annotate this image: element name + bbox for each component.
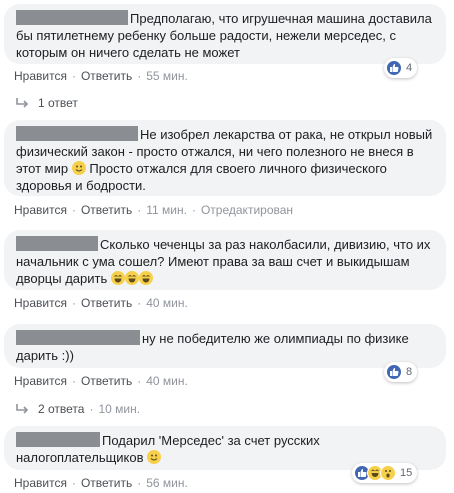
reply-button[interactable]: Ответить: [81, 296, 132, 310]
separator-dot: ·: [71, 476, 76, 490]
comment-actions: Нравится · Ответить · 11 мин. · Отредактирован: [14, 203, 293, 217]
edited-label[interactable]: Отредактирован: [201, 203, 293, 217]
redacted-author-name: [16, 432, 100, 447]
reply-button[interactable]: Ответить: [81, 374, 132, 388]
reply-arrow-icon: [16, 404, 29, 414]
like-icon: [386, 60, 402, 76]
replies-count-label: 2 ответа: [38, 402, 85, 416]
comment-actions: Нравится · Ответить · 55 мин.: [14, 69, 188, 83]
redacted-author-name: [16, 126, 138, 141]
reply-button[interactable]: Ответить: [81, 476, 132, 490]
like-icon: [386, 364, 402, 380]
view-replies-link[interactable]: 2 ответа · 10 мин.: [14, 402, 140, 416]
reply-button[interactable]: Ответить: [81, 69, 132, 83]
comment-bubble: Не изобрел лекарства от рака, не открыл …: [4, 120, 446, 196]
separator-dot: ·: [71, 203, 76, 217]
comment-bubble: Сколько чеченцы за раз наколбасили, диви…: [4, 230, 446, 290]
replies-count-label: 1 ответ: [38, 96, 78, 110]
separator-dot: ·: [71, 69, 76, 83]
comment-actions: Нравится · Ответить · 56 мин.: [14, 476, 188, 490]
like-button[interactable]: Нравится: [14, 476, 67, 490]
separator-dot: ·: [137, 476, 142, 490]
redacted-author-name: [16, 10, 128, 25]
comment-bubble: ну не победителю же олимпиады по физике …: [4, 324, 446, 368]
reactions-summary[interactable]: 4: [384, 58, 418, 78]
separator-dot: ·: [71, 374, 76, 388]
reply-arrow-icon: [16, 98, 29, 108]
timestamp[interactable]: 11 мин.: [146, 203, 187, 217]
separator-dot: ·: [89, 402, 94, 416]
laugh-emoji-icon: [138, 271, 153, 285]
redacted-author-name: [16, 330, 140, 345]
timestamp[interactable]: 40 мин.: [146, 296, 188, 310]
like-button[interactable]: Нравится: [14, 296, 67, 310]
reactions-count: 4: [406, 62, 413, 74]
comment-actions: Нравится · Ответить · 40 мин.: [14, 374, 188, 388]
replies-timestamp: 10 мин.: [98, 402, 141, 416]
separator-dot: ·: [71, 296, 76, 310]
wow-icon: [380, 465, 396, 481]
timestamp[interactable]: 40 мин.: [146, 374, 188, 388]
reactions-summary[interactable]: 8: [384, 362, 418, 382]
smile-emoji-icon: [147, 450, 162, 464]
separator-dot: ·: [137, 374, 142, 388]
smile-emoji-icon: [71, 161, 86, 175]
reactions-count: 8: [406, 366, 413, 378]
timestamp[interactable]: 55 мин.: [146, 69, 188, 83]
like-button[interactable]: Нравится: [14, 374, 67, 388]
laugh-emoji-icon: [124, 271, 139, 285]
separator-dot: ·: [191, 203, 196, 217]
separator-dot: ·: [137, 203, 142, 217]
laugh-emoji-icon: [110, 271, 125, 285]
separator-dot: ·: [137, 69, 142, 83]
separator-dot: ·: [137, 296, 142, 310]
reactions-summary[interactable]: 15: [352, 463, 418, 483]
comment-bubble: Предполагаю, что игрушечная машина доста…: [4, 4, 446, 64]
reactions-count: 15: [400, 467, 413, 479]
timestamp[interactable]: 56 мин.: [146, 476, 188, 490]
view-replies-link[interactable]: 1 ответ: [14, 96, 78, 110]
comment-actions: Нравится · Ответить · 40 мин.: [14, 296, 188, 310]
like-button[interactable]: Нравится: [14, 69, 67, 83]
redacted-author-name: [16, 236, 98, 251]
reply-button[interactable]: Ответить: [81, 203, 132, 217]
like-button[interactable]: Нравится: [14, 203, 67, 217]
